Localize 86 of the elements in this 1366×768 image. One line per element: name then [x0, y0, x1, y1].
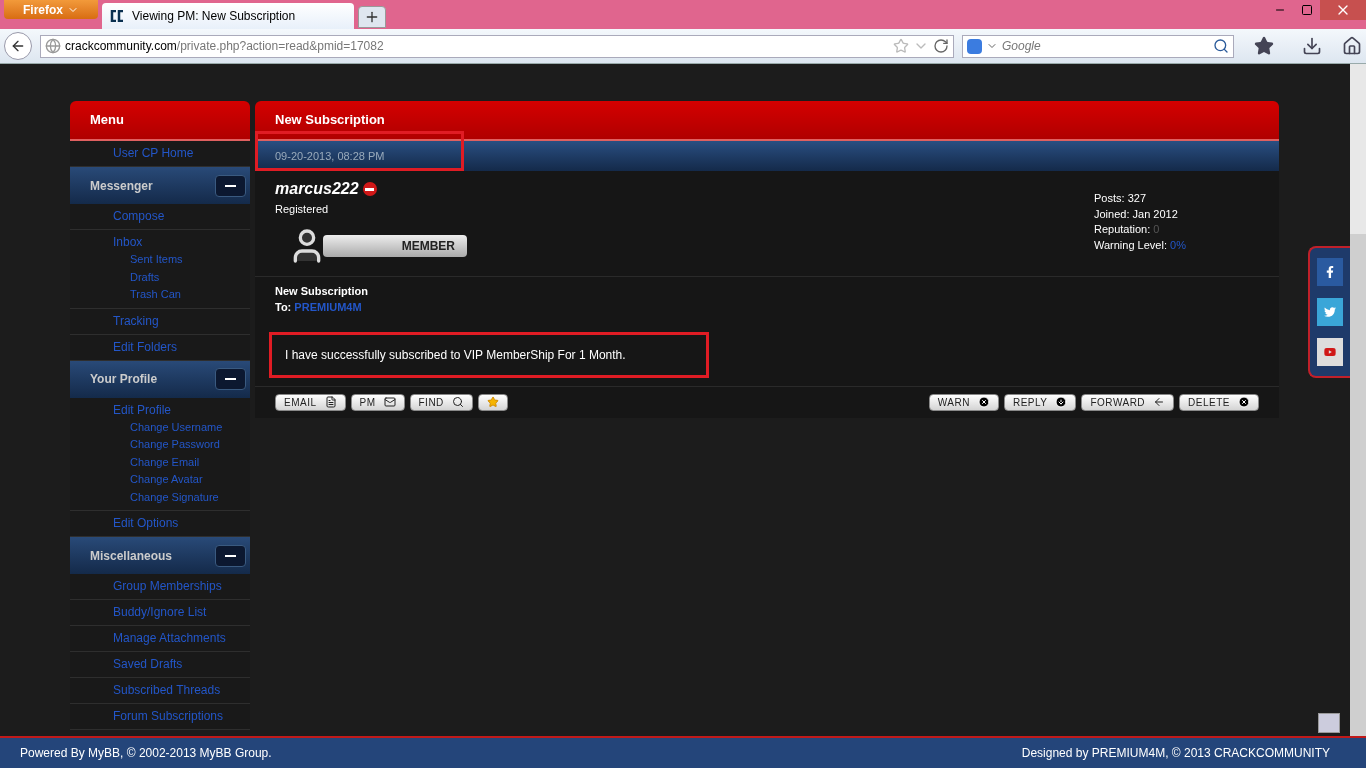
browser-tab[interactable]: Viewing PM: New Subscription [102, 3, 354, 29]
menu-link[interactable]: Edit Profile [113, 402, 250, 418]
url-text: crackcommunity.com/private.php?action=read&pmid=17082 [65, 38, 384, 55]
post-button[interactable]: REPLY [1003, 393, 1077, 411]
restore-icon [1300, 4, 1313, 16]
address-bar[interactable]: crackcommunity.com/private.php?action=read&pmid=17082 [40, 34, 954, 58]
menu-link[interactable]: Group Memberships [113, 579, 250, 594]
submenu-link[interactable]: Trash Can [113, 287, 250, 303]
section-title: Your Profile [90, 371, 158, 388]
menu-link[interactable]: Buddy/Ignore List [113, 605, 250, 620]
menu-link[interactable]: Forum Subscriptions [113, 709, 250, 724]
post-button[interactable]: PM [350, 393, 405, 411]
youtube-icon[interactable] [1317, 338, 1343, 366]
collapse-button[interactable] [215, 174, 246, 197]
home-icon [1342, 36, 1362, 56]
close-circle-icon [977, 396, 990, 408]
post-button[interactable]: FORWARD [1081, 393, 1175, 411]
menu-link[interactable]: Saved Drafts [113, 657, 250, 672]
star-button[interactable] [477, 393, 508, 411]
menu-link[interactable]: Manage Attachments [113, 631, 250, 646]
globe-icon [45, 38, 61, 54]
back-button[interactable] [4, 32, 32, 60]
document-icon [324, 396, 337, 408]
footer-credit: Powered By MyBB, © 2002-2013 MyBB Group. [20, 745, 272, 762]
recipient-line: To: PREMIUM4M [275, 300, 363, 315]
footer-credit: Designed by PREMIUM4M, © 2013 CRACKCOMMUNITY [1021, 745, 1330, 762]
search-engine-icon [967, 38, 982, 54]
message-text: I have successfully subscribed to VIP MemberShip For 1 Month. [285, 346, 626, 364]
menu-link[interactable]: Edit Folders [113, 339, 250, 355]
site-favicon-icon [110, 10, 124, 22]
downloads-button[interactable] [1302, 36, 1322, 56]
author-name[interactable]: marcus222 [275, 177, 359, 201]
user-stat: Reputation: 0 [1094, 222, 1161, 237]
home-button[interactable] [1342, 36, 1362, 56]
section-title: Messenger [90, 177, 153, 195]
collapse-button[interactable] [215, 368, 246, 390]
menu-link[interactable]: Inbox [113, 235, 250, 250]
search-icon [1213, 38, 1229, 54]
post-date: 09-20-2013, 08:28 PM [275, 148, 385, 164]
post-button[interactable]: DELETE [1179, 393, 1259, 411]
twitter-icon[interactable] [1317, 298, 1343, 326]
section-title: Miscellaneous [90, 547, 173, 565]
minus-icon [225, 184, 236, 187]
post-button[interactable]: EMAIL [275, 393, 346, 411]
bookmarks-button[interactable] [1254, 36, 1274, 56]
menu-header: Menu [70, 101, 250, 141]
menu-link[interactable]: Edit Options [113, 516, 250, 531]
menu-link[interactable]: Subscribed Threads [113, 683, 250, 698]
submenu-link[interactable]: Sent Items [113, 252, 250, 268]
new-tab-button[interactable] [358, 6, 386, 28]
user-title: Registered [275, 202, 330, 217]
post-button[interactable]: WARN [928, 393, 999, 411]
search-field[interactable]: Google [962, 34, 1234, 58]
bookmarks-icon [1254, 36, 1274, 56]
plus-icon [364, 9, 380, 25]
collapse-button[interactable] [215, 544, 246, 567]
submenu-link[interactable]: Change Signature [113, 489, 250, 505]
submenu-link[interactable]: Change Avatar [113, 472, 250, 488]
menu-link[interactable]: Tracking [113, 313, 250, 329]
submenu-link[interactable]: Drafts [113, 269, 250, 285]
search-placeholder: Google [1002, 38, 1041, 55]
post-button[interactable]: FIND [409, 393, 473, 411]
submenu-link[interactable]: Change Username [113, 419, 250, 435]
star-icon [486, 396, 499, 408]
message-subject: New Subscription [275, 283, 369, 299]
search-icon [451, 396, 464, 408]
minus-icon [225, 378, 236, 380]
facebook-icon[interactable] [1317, 258, 1343, 286]
bookmark-star-icon[interactable] [893, 38, 909, 54]
menu-link[interactable]: Compose [113, 209, 250, 224]
download-icon [1302, 36, 1322, 56]
tab-title: Viewing PM: New Subscription [132, 8, 296, 25]
minus-icon [225, 554, 236, 557]
user-stat: Joined: Jan 2012 [1094, 206, 1179, 222]
left-arrow-icon [1153, 396, 1166, 408]
user-stat: Warning Level: 0% [1094, 237, 1187, 253]
menu-link[interactable]: User CP Home [113, 146, 250, 161]
panel-header: New Subscription [255, 101, 1279, 141]
submenu-link[interactable]: Change Email [113, 454, 250, 470]
envelope-icon [383, 396, 396, 408]
user-stat: Posts: 327 [1094, 191, 1147, 206]
rank-badge: MEMBER [287, 221, 467, 270]
reload-icon[interactable] [933, 38, 949, 54]
close-circle-icon [1238, 396, 1250, 408]
submenu-link[interactable]: Change Password [113, 437, 250, 453]
firefox-menu-button[interactable]: Firefox [4, 0, 98, 19]
